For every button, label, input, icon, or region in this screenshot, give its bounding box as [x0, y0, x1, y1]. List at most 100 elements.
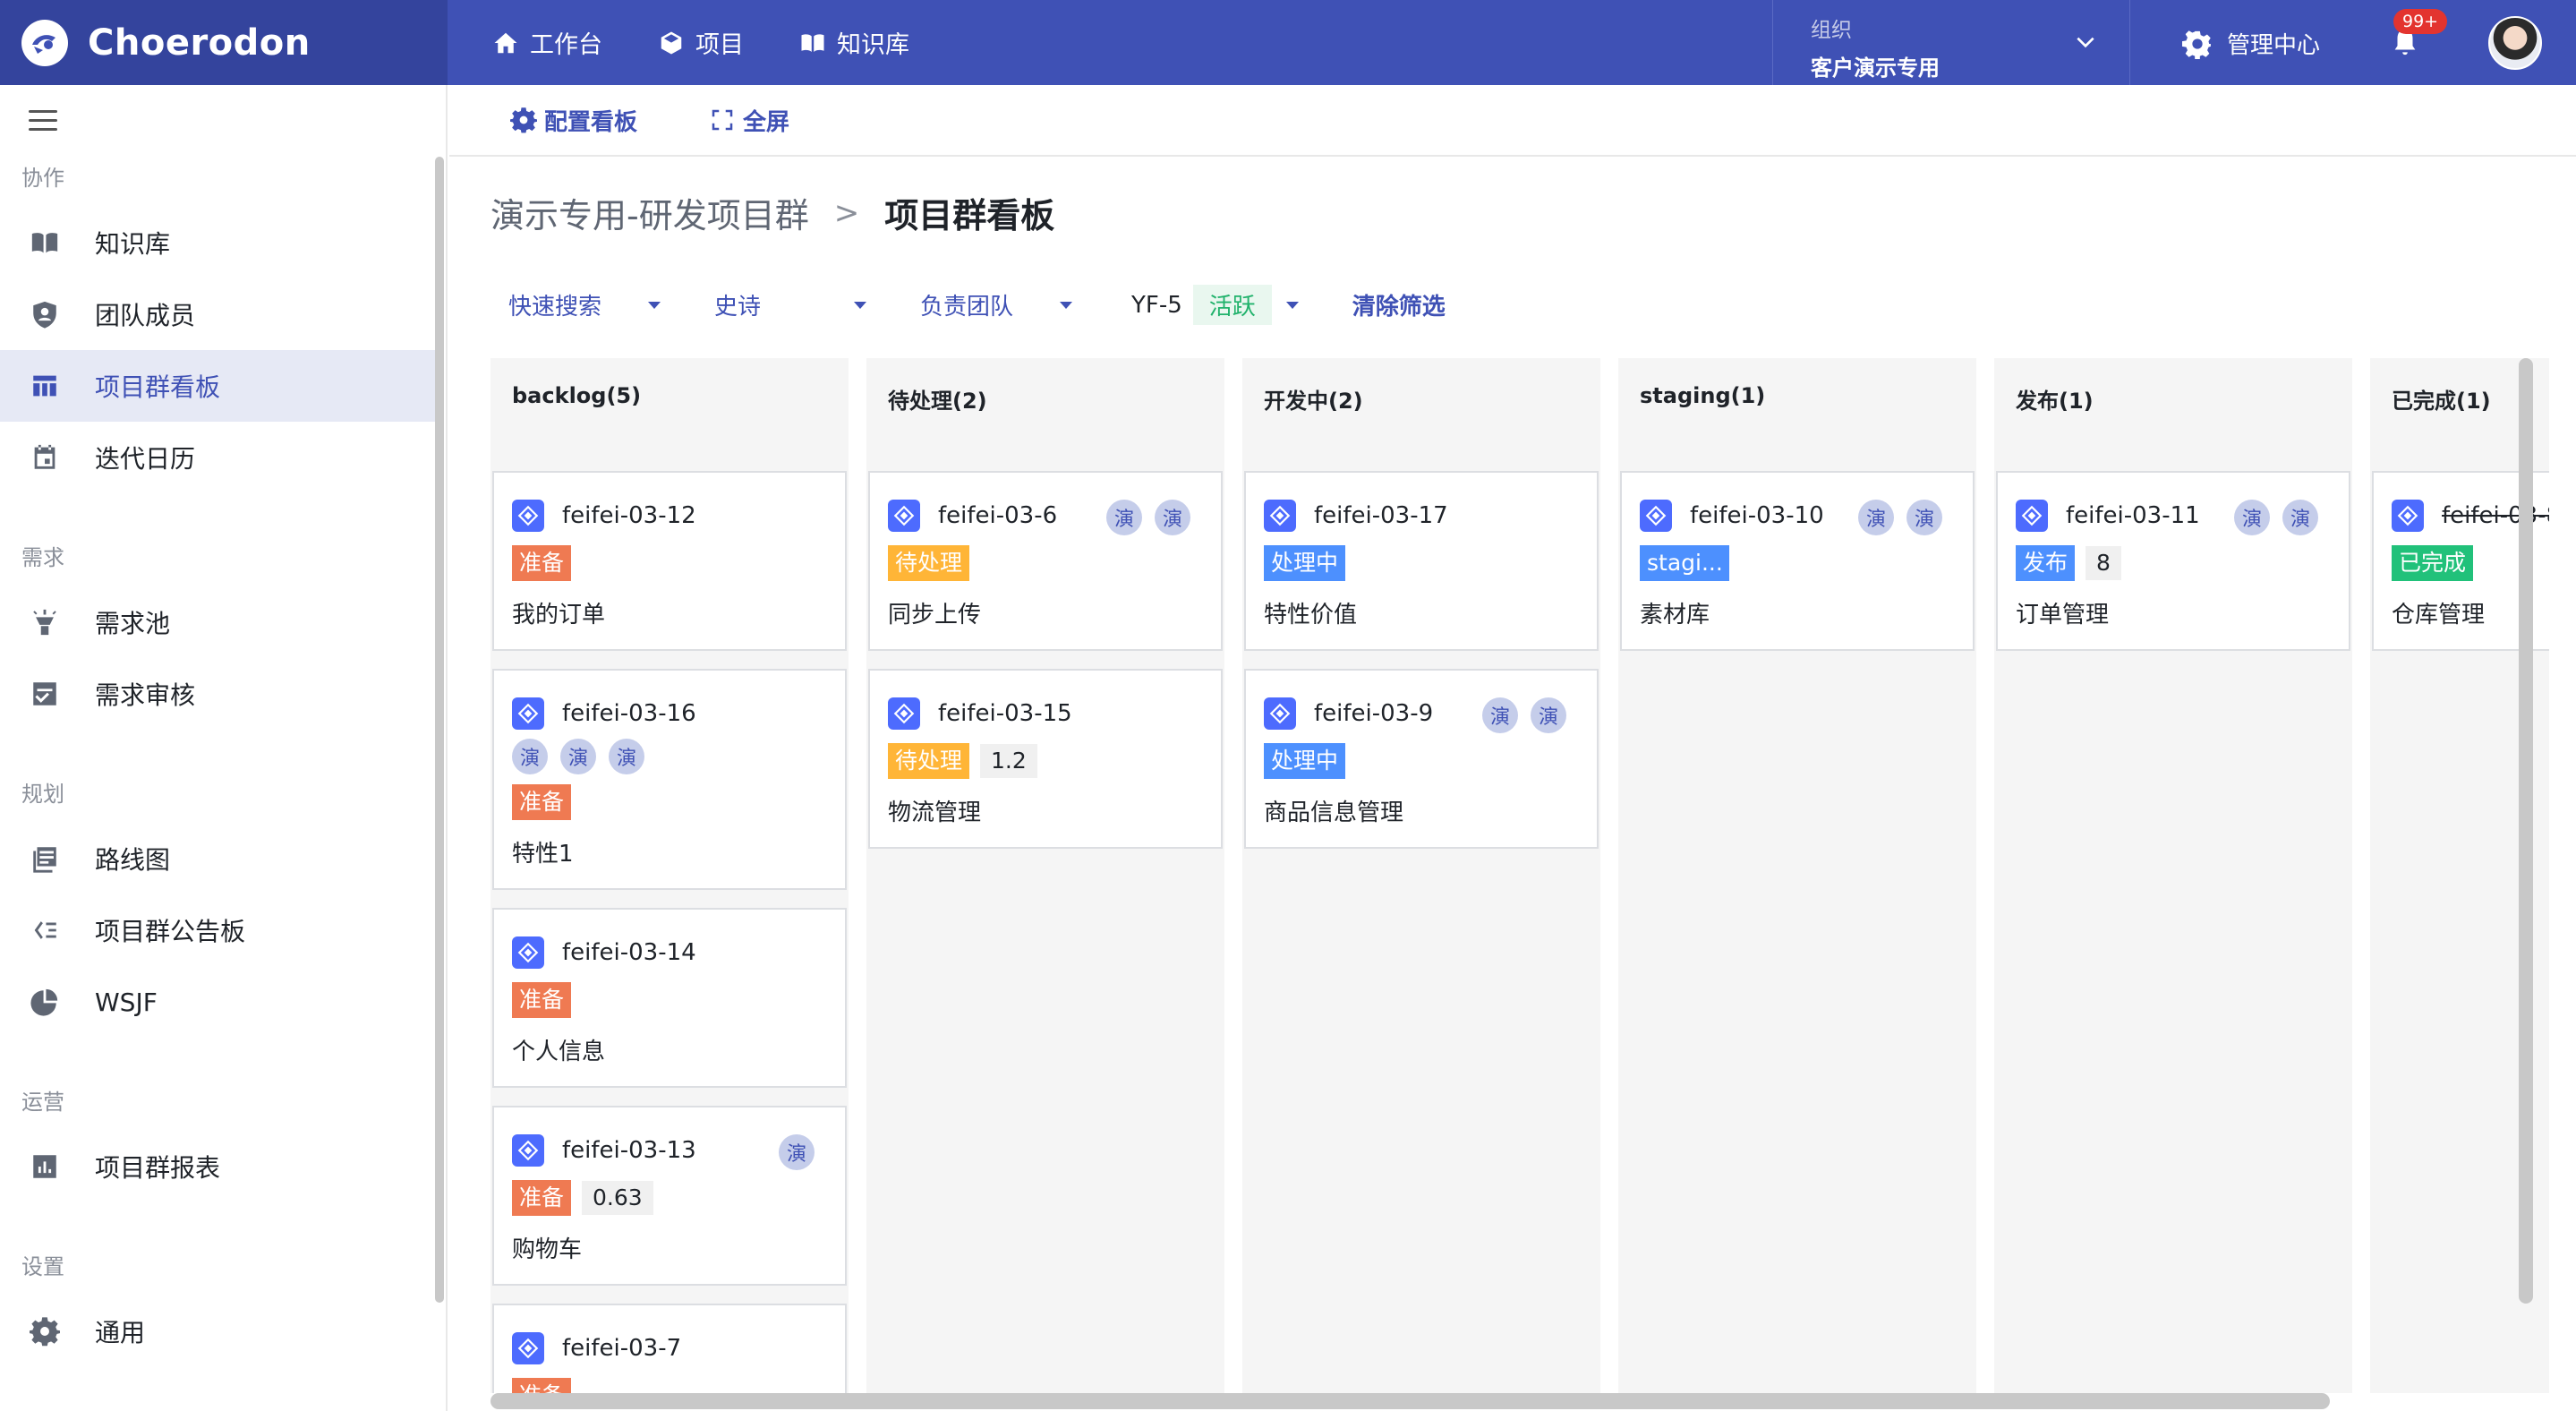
assignee-avatar[interactable]: 演 [1858, 500, 1894, 535]
feature-card[interactable]: feifei-03-15 待处理 1.2 物流管理 [868, 669, 1223, 849]
sidebar-item-label: 需求池 [95, 609, 171, 638]
sidebar-item-label: 需求审核 [95, 680, 196, 710]
brand[interactable]: Choerodon [0, 0, 448, 85]
status-badge: 准备 [512, 982, 572, 1018]
sidebar-item-label: 项目群公告板 [95, 917, 246, 946]
sidebar-item-general[interactable]: 通用 [0, 1296, 439, 1367]
manage-center-label: 管理中心 [2227, 32, 2321, 59]
status-badge: stagi... [1640, 545, 1729, 581]
assignee-avatar[interactable]: 演 [560, 739, 596, 774]
fullscreen-button[interactable]: 全屏 [709, 104, 789, 137]
column-title: backlog(5) [512, 383, 642, 408]
board-column: backlog(5) feifei-03-12 准备 我的订单 feifei-03-16… [490, 358, 849, 1393]
sidebar-item-requirement-review[interactable]: 需求审核 [0, 658, 439, 730]
book-icon [31, 233, 58, 253]
card-key: feifei-03-16 [562, 700, 696, 727]
status-badge: 准备 [512, 545, 572, 581]
home-icon [494, 32, 517, 53]
board-vertical-scrollbar[interactable] [2519, 358, 2533, 1304]
sidebar-item-requirement-pool[interactable]: 需求池 [0, 586, 439, 658]
assignee-avatar[interactable]: 演 [2282, 500, 2318, 535]
feature-card[interactable]: feifei-03-17 处理中 特性价值 [1244, 471, 1599, 651]
column-title: 开发中(2) [1264, 389, 1363, 414]
sidebar-item-roadmap[interactable]: 路线图 [0, 823, 439, 894]
feature-card[interactable]: feifei-03-6 演演待处理 同步上传 [868, 471, 1223, 651]
sidebar-item-knowledge[interactable]: 知识库 [0, 207, 439, 278]
sidebar: 协作 知识库 团队成员 项目群看板 迭代日历 需求 需求池 需求审核 规划 路线… [0, 85, 448, 1411]
assignee-avatar[interactable]: 演 [1531, 697, 1566, 733]
team-filter[interactable]: 负责团队 [920, 288, 1072, 321]
menu-toggle-icon[interactable] [29, 110, 57, 132]
sidebar-item-label: 通用 [95, 1318, 146, 1347]
card-header: feifei-03-11 演演 [2016, 496, 2331, 535]
assignee-avatar[interactable]: 演 [1482, 697, 1518, 733]
column-title: 待处理(2) [888, 389, 987, 414]
feature-card[interactable]: feifei-03-12 准备 我的订单 [492, 471, 847, 651]
assignee-avatar[interactable]: 演 [512, 739, 548, 774]
board-column: 待处理(2) feifei-03-6 演演待处理 同步上传 feifei-03-15 待处… [866, 358, 1224, 1393]
feature-icon [2016, 500, 2048, 532]
sidebar-item-sprint-calendar[interactable]: 迭代日历 [0, 422, 439, 493]
nav-workbench[interactable]: 工作台 [492, 25, 602, 60]
feature-card[interactable]: feifei-03-7 准备 [492, 1304, 847, 1393]
assignee-avatar[interactable]: 演 [1906, 500, 1942, 535]
epic-filter[interactable]: 史诗 [714, 288, 866, 321]
fullscreen-icon [712, 109, 733, 131]
sidebar-item-notice-board[interactable]: 项目群公告板 [0, 894, 439, 966]
assignee-avatar[interactable]: 演 [609, 739, 644, 774]
quick-search-filter[interactable]: 快速搜索 [508, 288, 661, 321]
status-badge: 准备 [512, 1180, 572, 1216]
feature-card[interactable]: feifei-03-10 演演 stagi... 素材库 [1620, 471, 1975, 651]
nav-project[interactable]: 项目 [658, 25, 744, 60]
assignee-avatar[interactable]: 演 [1106, 500, 1142, 535]
org-selector[interactable]: 组织 客户演示专用 [1772, 0, 2130, 85]
board-horizontal-scrollbar[interactable] [490, 1393, 2330, 1409]
status-badge: 处理中 [1264, 545, 1346, 581]
card-key: feifei-03-10 [1690, 502, 1824, 529]
user-avatar[interactable] [2488, 16, 2542, 70]
feature-icon [512, 1134, 544, 1167]
card-title: 特性1 [512, 841, 574, 868]
column-title: 发布(1) [2016, 389, 2094, 414]
feature-card[interactable]: feifei-03-14 准备 个人信息 [492, 908, 847, 1088]
feature-card[interactable]: feifei-03-11 演演发布 8 订单管理 [1996, 471, 2350, 651]
status-badge: 发布 [2016, 545, 2076, 581]
assignee-group: 演演 [1094, 500, 1190, 535]
assignee-avatar[interactable]: 演 [779, 1134, 815, 1170]
card-header: feifei-03-12 [512, 496, 827, 535]
nav-label: 项目 [695, 31, 744, 59]
assignee-group: 演演 [1470, 697, 1566, 733]
card-tags: 准备 [512, 544, 827, 582]
sprint-filter[interactable]: YF-5 活跃 [1131, 285, 1299, 325]
config-board-button[interactable]: 配置看板 [510, 104, 637, 137]
card-title: 个人信息 [512, 1039, 606, 1065]
feature-card[interactable]: feifei-03-16 演演演准备 特性1 [492, 669, 847, 890]
sidebar-item-label: 路线图 [95, 845, 171, 875]
assignee-avatar[interactable]: 演 [1155, 500, 1190, 535]
sidebar-scrollbar[interactable] [435, 157, 444, 1303]
assignee-avatar[interactable]: 演 [2234, 500, 2270, 535]
filter-label: 负责团队 [920, 294, 1014, 321]
top-header: Choerodon 工作台 项目 知识库 组织 客户演示专用 管理中心 99+ [0, 0, 2576, 85]
nav-knowledge[interactable]: 知识库 [799, 25, 909, 60]
breadcrumb: 演示专用-研发项目群 > 项目群看板 [490, 188, 1054, 237]
story-point: 8 [2086, 546, 2121, 580]
pie-icon [30, 988, 58, 1016]
config-board-label: 配置看板 [544, 108, 638, 136]
section-label-requirement: 需求 [21, 545, 64, 570]
roadmap-icon [33, 847, 56, 873]
card-header: feifei-03-6 演演 [888, 496, 1203, 535]
feature-card[interactable]: feifei-03-13 演准备 0.63 购物车 [492, 1106, 847, 1286]
manage-center-button[interactable]: 管理中心 [2182, 27, 2320, 60]
sidebar-item-program-board[interactable]: 项目群看板 [0, 350, 439, 422]
feature-card[interactable]: feifei-03-9 演演处理中 商品信息管理 [1244, 669, 1599, 849]
sidebar-item-program-report[interactable]: 项目群报表 [0, 1131, 439, 1202]
card-title: 购物车 [512, 1236, 583, 1263]
clear-filter-button[interactable]: 清除筛选 [1352, 288, 1446, 321]
sidebar-item-wsjf[interactable]: WSJF [0, 966, 439, 1038]
breadcrumb-parent[interactable]: 演示专用-研发项目群 [490, 188, 809, 237]
cube-icon [661, 31, 682, 54]
column-title: staging(1) [1640, 383, 1766, 408]
sidebar-item-team-members[interactable]: 团队成员 [0, 278, 439, 350]
fullscreen-label: 全屏 [743, 108, 790, 136]
